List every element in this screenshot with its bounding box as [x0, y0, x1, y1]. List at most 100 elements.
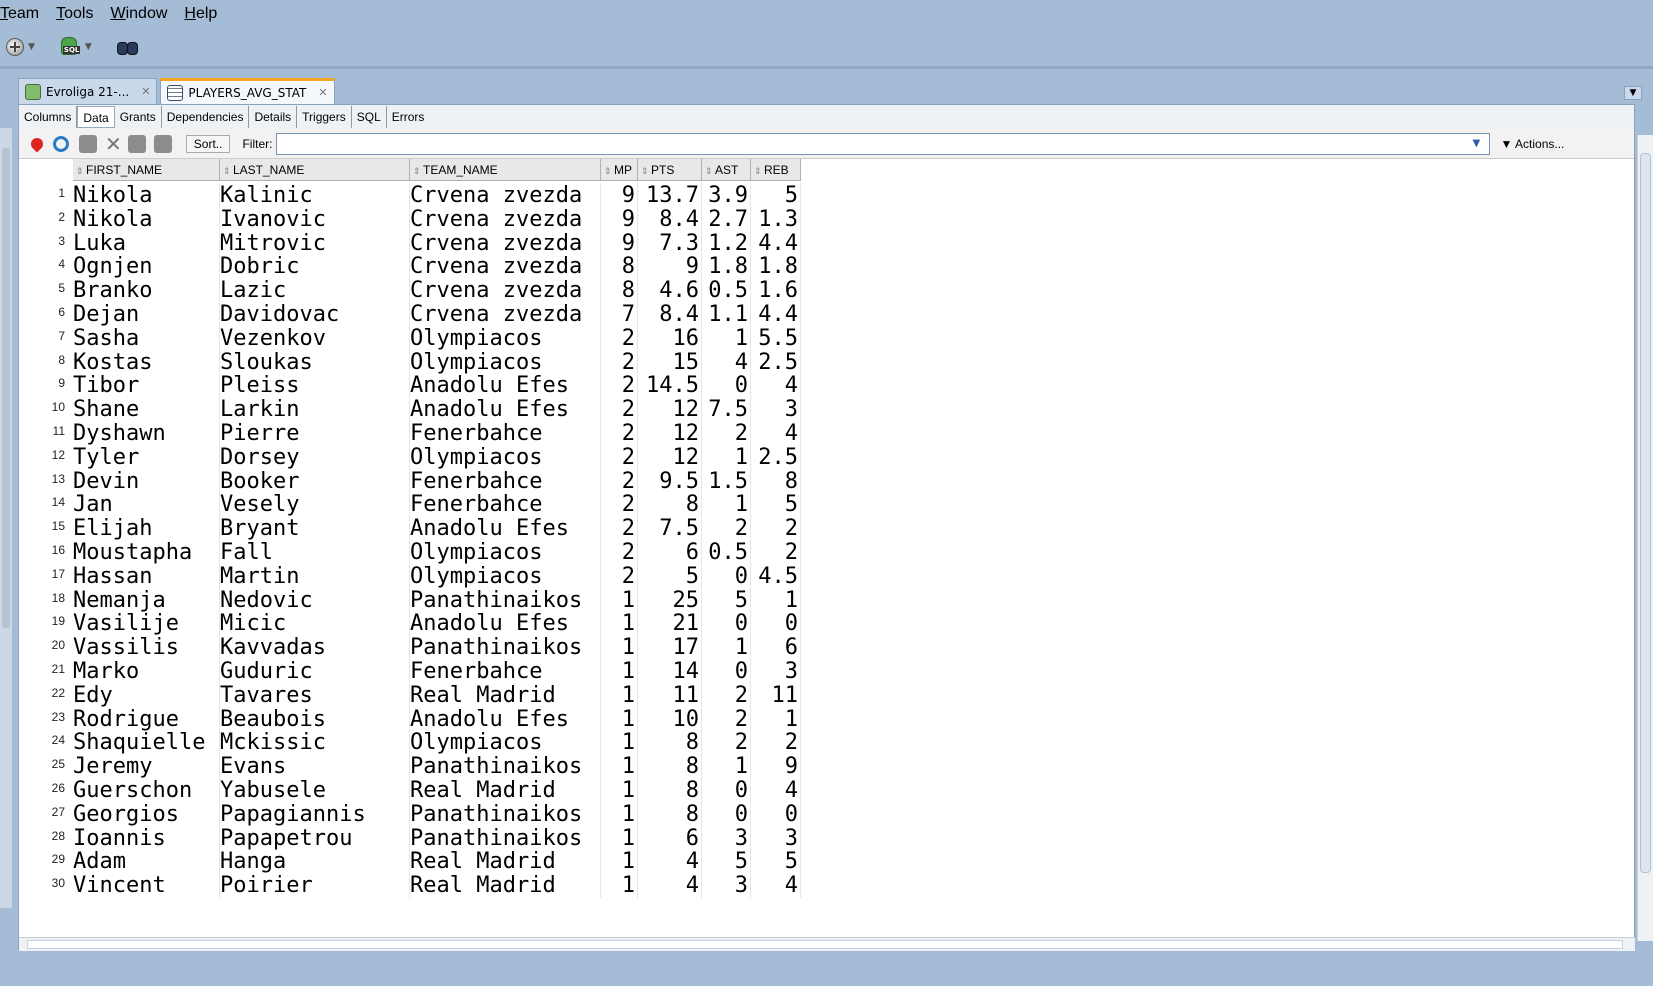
- pin-icon[interactable]: [28, 135, 46, 152]
- table-cell-last-name[interactable]: Fall: [220, 540, 410, 565]
- table-cell-team-name[interactable]: Crvena zvezda: [410, 254, 601, 280]
- table-cell-ast[interactable]: 3: [702, 873, 751, 899]
- table-cell-pts[interactable]: 14: [638, 659, 702, 684]
- table-cell-reb[interactable]: 11: [751, 682, 801, 708]
- table-cell-mp[interactable]: 1: [601, 801, 638, 827]
- table-cell-last-name[interactable]: Kalinic: [220, 183, 410, 208]
- table-cell-first-name[interactable]: Branko: [73, 278, 220, 304]
- table-cell-reb[interactable]: 1: [751, 706, 801, 732]
- table-row[interactable]: 30 Vincent Poirier Real Madrid 1 4 3 4: [19, 873, 819, 899]
- table-cell-team-name[interactable]: Olympiacos: [410, 444, 601, 470]
- table-row[interactable]: 26 Guerschon Yabusele Real Madrid 1 8 0 4: [19, 778, 819, 803]
- table-cell-last-name[interactable]: Dobric: [220, 254, 410, 280]
- table-cell-team-name[interactable]: Crvena zvezda: [410, 278, 601, 304]
- table-cell-team-name[interactable]: Fenerbahce: [410, 468, 601, 494]
- table-cell-ast[interactable]: 0: [702, 563, 751, 589]
- table-cell-last-name[interactable]: Beaubois: [220, 706, 410, 732]
- table-cell-reb[interactable]: 4.5: [751, 563, 801, 589]
- table-cell-team-name[interactable]: Olympiacos: [410, 349, 601, 375]
- table-cell-ast[interactable]: 3: [702, 825, 751, 851]
- table-cell-reb[interactable]: 4.4: [751, 230, 801, 256]
- table-cell-mp[interactable]: 2: [601, 444, 638, 470]
- table-cell-pts[interactable]: 7.3: [638, 230, 702, 256]
- table-row[interactable]: 1 Nikola Kalinic Crvena zvezda 9 13.7 3.9 5: [19, 183, 819, 208]
- table-row[interactable]: 11 Dyshawn Pierre Fenerbahce 2 12 2 4: [19, 421, 819, 446]
- scrollbar-thumb[interactable]: [27, 940, 1623, 949]
- table-cell-pts[interactable]: 13.7: [638, 183, 702, 208]
- table-cell-mp[interactable]: 2: [601, 325, 638, 351]
- table-cell-mp[interactable]: 2: [601, 540, 638, 565]
- table-cell-pts[interactable]: 21: [638, 611, 702, 637]
- table-cell-last-name[interactable]: Bryant: [220, 516, 410, 542]
- menu-window[interactable]: Window: [110, 5, 167, 23]
- table-cell-reb[interactable]: 5.5: [751, 325, 801, 351]
- column-header-ast[interactable]: ⇕ AST: [702, 159, 751, 181]
- table-cell-mp[interactable]: 1: [601, 682, 638, 708]
- table-cell-reb[interactable]: 9: [751, 754, 801, 780]
- table-cell-mp[interactable]: 1: [601, 611, 638, 637]
- table-cell-first-name[interactable]: Shane: [73, 397, 220, 423]
- table-cell-first-name[interactable]: Vasilije: [73, 611, 220, 637]
- table-cell-team-name[interactable]: Panathinaikos: [410, 587, 601, 613]
- table-cell-last-name[interactable]: Booker: [220, 468, 410, 494]
- table-cell-team-name[interactable]: Fenerbahce: [410, 421, 601, 446]
- table-cell-last-name[interactable]: Papapetrou: [220, 825, 410, 851]
- table-cell-team-name[interactable]: Panathinaikos: [410, 635, 601, 661]
- table-cell-last-name[interactable]: Papagiannis: [220, 801, 410, 827]
- table-cell-pts[interactable]: 7.5: [638, 516, 702, 542]
- table-cell-last-name[interactable]: Martin: [220, 563, 410, 589]
- table-cell-reb[interactable]: 3: [751, 397, 801, 423]
- table-cell-team-name[interactable]: Fenerbahce: [410, 492, 601, 518]
- table-cell-pts[interactable]: 9: [638, 254, 702, 280]
- table-cell-first-name[interactable]: Moustapha: [73, 540, 220, 565]
- table-cell-first-name[interactable]: Vincent: [73, 873, 220, 899]
- table-cell-ast[interactable]: 1.8: [702, 254, 751, 280]
- column-header-reb[interactable]: ⇕ REB: [751, 159, 801, 181]
- chevron-down-icon[interactable]: ▼: [85, 42, 92, 52]
- table-cell-mp[interactable]: 2: [601, 373, 638, 399]
- table-cell-reb[interactable]: 4: [751, 421, 801, 446]
- table-row[interactable]: 2 Nikola Ivanovic Crvena zvezda 9 8.4 2.7 1.3: [19, 206, 819, 232]
- table-cell-team-name[interactable]: Anadolu Efes: [410, 397, 601, 423]
- table-cell-ast[interactable]: 2: [702, 706, 751, 732]
- close-icon[interactable]: ✕: [318, 86, 327, 99]
- table-cell-last-name[interactable]: Hanga: [220, 849, 410, 875]
- subtab-dependencies[interactable]: Dependencies: [162, 106, 250, 128]
- table-cell-mp[interactable]: 2: [601, 349, 638, 375]
- table-cell-team-name[interactable]: Real Madrid: [410, 849, 601, 875]
- table-cell-pts[interactable]: 8: [638, 754, 702, 780]
- table-cell-pts[interactable]: 10: [638, 706, 702, 732]
- table-cell-pts[interactable]: 8: [638, 492, 702, 518]
- table-row[interactable]: 21 Marko Guduric Fenerbahce 1 14 0 3: [19, 659, 819, 684]
- table-cell-first-name[interactable]: Luka: [73, 230, 220, 256]
- table-cell-team-name[interactable]: Olympiacos: [410, 325, 601, 351]
- table-cell-pts[interactable]: 17: [638, 635, 702, 661]
- table-cell-team-name[interactable]: Real Madrid: [410, 873, 601, 899]
- table-cell-pts[interactable]: 8.4: [638, 302, 702, 327]
- actions-menu[interactable]: ▼ Actions...: [1500, 137, 1564, 151]
- table-cell-ast[interactable]: 2.7: [702, 206, 751, 232]
- table-cell-mp[interactable]: 1: [601, 825, 638, 851]
- table-cell-first-name[interactable]: Georgios: [73, 801, 220, 827]
- table-cell-first-name[interactable]: Nikola: [73, 183, 220, 208]
- menu-help[interactable]: Help: [184, 5, 217, 23]
- table-cell-first-name[interactable]: Dejan: [73, 302, 220, 327]
- table-cell-first-name[interactable]: Elijah: [73, 516, 220, 542]
- table-cell-mp[interactable]: 1: [601, 635, 638, 661]
- table-cell-reb[interactable]: 4.4: [751, 302, 801, 327]
- table-cell-last-name[interactable]: Dorsey: [220, 444, 410, 470]
- table-cell-ast[interactable]: 2: [702, 730, 751, 756]
- filter-input[interactable]: [276, 132, 1491, 155]
- table-row[interactable]: 27 Georgios Papagiannis Panathinaikos 1 8 0 0: [19, 801, 819, 827]
- commit-icon[interactable]: [127, 134, 146, 153]
- column-header-last-name[interactable]: ⇕ LAST_NAME: [220, 159, 410, 181]
- table-cell-team-name[interactable]: Anadolu Efes: [410, 706, 601, 732]
- table-cell-last-name[interactable]: Larkin: [220, 397, 410, 423]
- table-cell-ast[interactable]: 0: [702, 801, 751, 827]
- table-cell-last-name[interactable]: Vesely: [220, 492, 410, 518]
- table-cell-reb[interactable]: 3: [751, 659, 801, 684]
- table-row[interactable]: 16 Moustapha Fall Olympiacos 2 6 0.5 2: [19, 540, 819, 565]
- table-cell-first-name[interactable]: Kostas: [73, 349, 220, 375]
- table-cell-team-name[interactable]: Anadolu Efes: [410, 373, 601, 399]
- table-cell-reb[interactable]: 1.6: [751, 278, 801, 304]
